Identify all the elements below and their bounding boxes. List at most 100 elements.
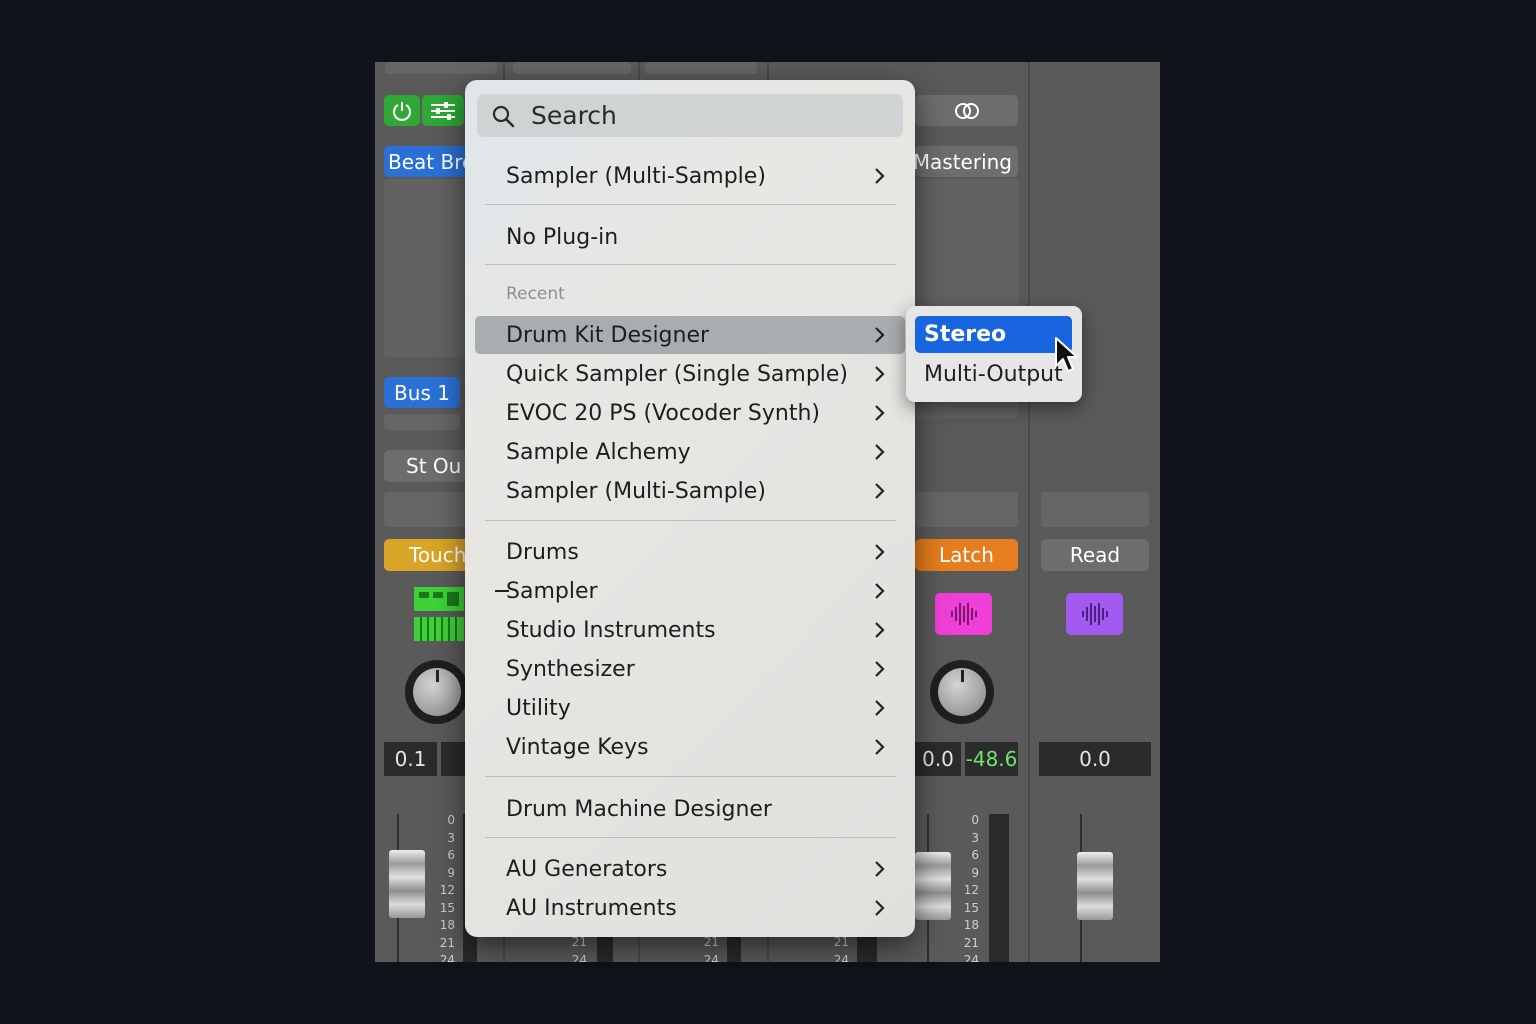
chevron-right-icon (875, 168, 885, 184)
menu-item-label: AU Generators (506, 856, 668, 882)
menu-item-label: Sample Alchemy (506, 439, 691, 465)
search-icon (491, 104, 515, 128)
send-bus-label: Bus 1 (394, 380, 450, 405)
automation-mode-label: Latch (939, 543, 994, 567)
menu-item-label: No Plug-in (506, 224, 619, 250)
menu-item-label: Quick Sampler (Single Sample) (506, 361, 849, 387)
automation-mode-read[interactable]: Read (1041, 539, 1149, 571)
menu-item-drum-kit-designer[interactable]: Drum Kit Designer (475, 316, 905, 354)
menu-item-no-plugin[interactable]: No Plug-in (475, 218, 905, 256)
menu-item-label: Sampler (506, 578, 598, 604)
menu-item-label: AU Instruments (506, 895, 677, 921)
chevron-right-icon (875, 483, 885, 499)
mouse-pointer-icon (1055, 337, 1078, 372)
channel-divider (1028, 62, 1030, 962)
send-bus-1[interactable]: Bus 1 (384, 377, 460, 408)
menu-item-label: Drum Machine Designer (506, 796, 772, 822)
chevron-right-icon (875, 622, 885, 638)
menu-separator (485, 520, 896, 521)
menu-item-utility[interactable]: Utility (475, 689, 905, 727)
submenu-item-multi-output[interactable]: Multi-Output (915, 356, 1072, 393)
menu-separator (485, 837, 896, 838)
menu-item-label: Sampler (Multi-Sample) (506, 163, 766, 189)
group-slot (1041, 492, 1149, 527)
plugin-slot-mastering[interactable]: Mastering (912, 146, 1018, 177)
channel-power-button[interactable] (384, 95, 420, 126)
menu-item-label: EVOC 20 PS (Vocoder Synth) (506, 400, 821, 426)
chevron-right-icon (875, 739, 885, 755)
menu-item-label: Utility (506, 695, 571, 721)
meter-scale: 0 3 6 9 12 15 18 21 24 (439, 813, 455, 962)
peak-value: -48.6 (965, 742, 1018, 776)
stereo-link-button[interactable] (915, 95, 1018, 126)
group-slot (915, 492, 1018, 527)
volume-fader[interactable] (915, 852, 951, 920)
top-slot (513, 62, 631, 74)
level-meter (989, 814, 1009, 962)
chevron-right-icon (875, 327, 885, 343)
menu-item-label: Synthesizer (506, 656, 635, 682)
output-label: St Ou (406, 454, 462, 478)
send-slot (384, 414, 460, 430)
chevron-right-icon (875, 700, 885, 716)
menu-item-label: Sampler (Multi-Sample) (506, 478, 766, 504)
chevron-right-icon (875, 366, 885, 382)
menu-item-drums[interactable]: Drums (475, 533, 905, 571)
menu-item-au-instruments[interactable]: AU Instruments (475, 889, 905, 927)
menu-item-sampler-multi-top[interactable]: Sampler (Multi-Sample) (475, 157, 905, 195)
region-waveform-icon[interactable] (935, 593, 992, 635)
automation-mode-label: Read (1069, 543, 1121, 567)
waveform-icon (950, 603, 977, 625)
meter-scale: 0 3 6 9 12 15 18 21 24 (963, 813, 979, 962)
menu-item-label: Vintage Keys (506, 734, 649, 760)
pan-knob[interactable] (405, 660, 469, 724)
link-circles-icon (954, 102, 979, 119)
menu-item-vintage-keys[interactable]: Vintage Keys (475, 728, 905, 766)
channel-settings-button[interactable] (422, 95, 464, 126)
menu-item-label: Drums (506, 539, 579, 565)
waveform-icon (1081, 603, 1108, 625)
top-slot (645, 62, 757, 74)
menu-item-sampler[interactable]: Sampler (475, 572, 905, 610)
menu-item-label: Drum Kit Designer (506, 322, 710, 348)
sliders-icon (431, 101, 455, 120)
menu-section-header-recent: Recent (506, 284, 565, 304)
level-meter (857, 934, 877, 962)
level-meter (597, 934, 613, 962)
pan-value[interactable]: 0.0 (1039, 742, 1151, 776)
menu-item-sampler-multi-recent[interactable]: Sampler (Multi-Sample) (475, 472, 905, 510)
automation-mode-latch[interactable]: Latch (915, 539, 1018, 571)
chevron-right-icon (875, 544, 885, 560)
menu-item-quick-sampler[interactable]: Quick Sampler (Single Sample) (475, 355, 905, 393)
menu-item-evoc-20-ps[interactable]: EVOC 20 PS (Vocoder Synth) (475, 394, 905, 432)
submenu-item-label: Stereo (924, 322, 1007, 347)
menu-item-label: Studio Instruments (506, 617, 716, 643)
menu-item-sample-alchemy[interactable]: Sample Alchemy (475, 433, 905, 471)
top-slot (385, 62, 497, 74)
pan-knob[interactable] (930, 660, 994, 724)
chevron-right-icon (875, 861, 885, 877)
submenu-item-stereo[interactable]: Stereo (915, 316, 1072, 353)
pan-value[interactable]: 0.1 (384, 742, 437, 776)
level-meter (727, 934, 741, 962)
submenu-item-label: Multi-Output (924, 362, 1063, 387)
volume-fader[interactable] (389, 850, 425, 918)
meter-scale: 21 24 (571, 935, 587, 962)
menu-item-drum-machine-designer[interactable]: Drum Machine Designer (475, 790, 905, 828)
plugin-slot-label: Mastering (912, 149, 1012, 174)
chevron-right-icon (875, 661, 885, 677)
meter-scale: 21 24 (703, 935, 719, 962)
menu-item-synthesizer[interactable]: Synthesizer (475, 650, 905, 688)
menu-separator (485, 204, 896, 205)
menu-search-field[interactable]: Search (477, 94, 903, 137)
menu-item-studio-instruments[interactable]: Studio Instruments (475, 611, 905, 649)
automation-mode-label: Touch (409, 543, 467, 567)
instrument-icon[interactable] (413, 586, 465, 642)
volume-fader[interactable] (1077, 852, 1113, 920)
meter-scale: 21 24 (833, 935, 849, 962)
chevron-right-icon (875, 583, 885, 599)
region-waveform-icon[interactable] (1066, 593, 1123, 635)
pan-value[interactable]: 0.0 (915, 742, 961, 776)
menu-separator (485, 264, 896, 265)
menu-item-au-generators[interactable]: AU Generators (475, 850, 905, 888)
